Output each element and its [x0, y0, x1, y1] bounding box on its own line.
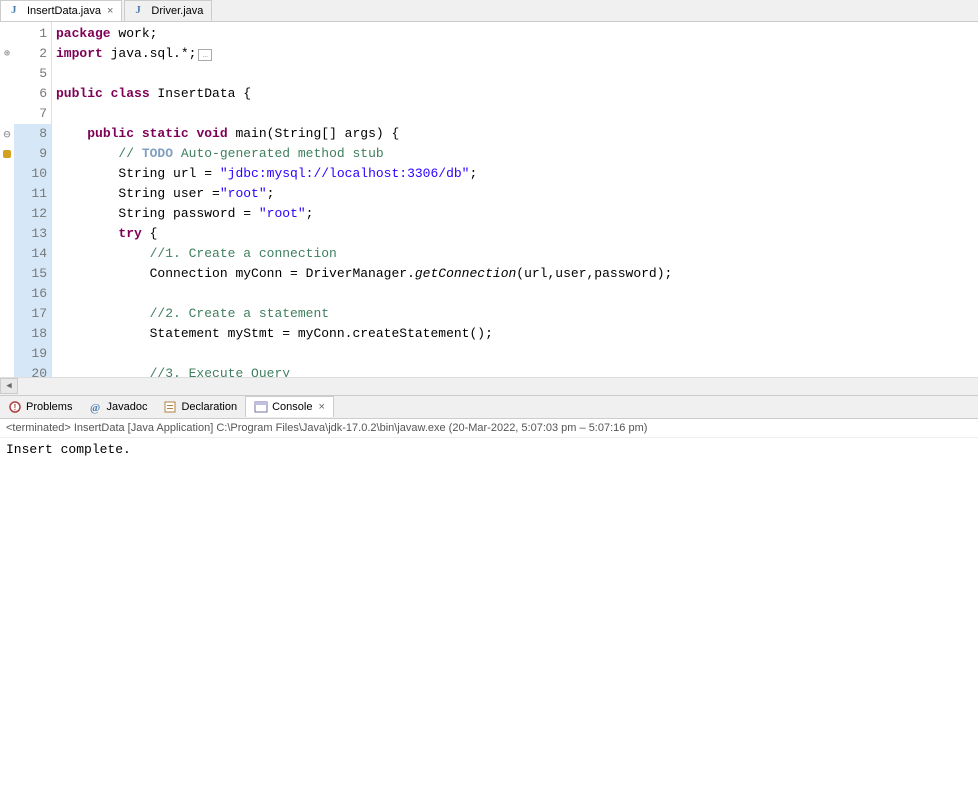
tab-label: Problems [26, 401, 72, 413]
gutter-marker [0, 244, 14, 264]
line-number: 19 [11, 344, 51, 364]
code-line[interactable]: public class InsertData { [52, 84, 978, 104]
gutter-marker [0, 344, 14, 364]
java-file-icon [133, 4, 147, 18]
tab-problems[interactable]: ! Problems [0, 397, 80, 417]
line-number: 10 [11, 164, 51, 184]
line-number: 8 [11, 124, 51, 144]
svg-text:!: ! [14, 403, 17, 412]
code-editor[interactable]: package work;import java.sql.*;… public c… [52, 22, 978, 377]
tab-declaration[interactable]: Declaration [155, 397, 245, 417]
code-line[interactable]: //1. Create a connection [52, 244, 978, 264]
code-line[interactable]: String user ="root"; [52, 184, 978, 204]
tab-label: Driver.java [151, 5, 203, 17]
gutter-marker [0, 264, 14, 284]
gutter-marker [0, 164, 14, 184]
code-line[interactable]: package work; [52, 24, 978, 44]
tab-label: Declaration [181, 401, 237, 413]
close-icon[interactable]: × [318, 401, 324, 413]
console-output[interactable]: Insert complete. [0, 438, 978, 800]
folded-code-icon[interactable]: … [198, 49, 211, 61]
code-line[interactable]: String password = "root"; [52, 204, 978, 224]
line-number: 9 [11, 144, 51, 164]
collapse-icon[interactable]: ⊖ [3, 127, 10, 142]
line-number: 16 [11, 284, 51, 304]
gutter-marker [0, 284, 14, 304]
scroll-left-button[interactable]: ◀ [0, 378, 18, 394]
bottom-view-tabs: ! Problems @ Javadoc Declaration Console… [0, 395, 978, 419]
javadoc-icon: @ [88, 400, 102, 414]
console-status-line: <terminated> InsertData [Java Applicatio… [0, 419, 978, 438]
warning-icon [3, 150, 11, 158]
gutter-marker [0, 324, 14, 344]
gutter-marker [0, 304, 14, 324]
problems-icon: ! [8, 400, 22, 414]
marker-column: ⊕⊖ [0, 22, 14, 377]
code-line[interactable] [52, 104, 978, 124]
gutter-marker [0, 84, 14, 104]
line-number-gutter: 1256789101112131415161718192021222324252… [14, 22, 52, 377]
horizontal-scrollbar[interactable]: ◀ [0, 377, 978, 395]
gutter-marker [0, 24, 14, 44]
gutter-marker [0, 64, 14, 84]
line-number: 7 [14, 104, 51, 124]
gutter-marker: ⊕ [0, 44, 14, 64]
tab-label: Console [272, 401, 312, 413]
expand-icon[interactable]: ⊕ [4, 48, 10, 60]
editor-area: ⊕⊖ 1256789101112131415161718192021222324… [0, 22, 978, 377]
tab-label: InsertData.java [27, 5, 101, 17]
gutter-marker [0, 224, 14, 244]
line-number: 14 [11, 244, 51, 264]
gutter-marker [0, 364, 14, 377]
editor-tab-bar: InsertData.java × Driver.java [0, 0, 978, 22]
gutter-marker [0, 104, 14, 124]
declaration-icon [163, 400, 177, 414]
code-line[interactable] [52, 64, 978, 84]
line-number: 20 [11, 364, 51, 377]
code-line[interactable]: //2. Create a statement [52, 304, 978, 324]
svg-text:@: @ [90, 402, 100, 414]
code-line[interactable]: // TODO Auto-generated method stub [52, 144, 978, 164]
code-line[interactable]: String url = "jdbc:mysql://localhost:330… [52, 164, 978, 184]
gutter-marker [0, 184, 14, 204]
line-number: 6 [14, 84, 51, 104]
tab-javadoc[interactable]: @ Javadoc [80, 397, 155, 417]
code-line[interactable]: Statement myStmt = myConn.createStatemen… [52, 324, 978, 344]
line-number: 18 [11, 324, 51, 344]
line-number: 13 [11, 224, 51, 244]
console-icon [254, 400, 268, 414]
tab-driver[interactable]: Driver.java [124, 0, 212, 21]
gutter-marker: ⊖ [0, 124, 14, 144]
tab-insertdata[interactable]: InsertData.java × [0, 0, 122, 21]
line-number: 17 [11, 304, 51, 324]
code-line[interactable] [52, 284, 978, 304]
gutter-marker [0, 144, 14, 164]
gutter-marker [0, 204, 14, 224]
java-file-icon [9, 4, 23, 18]
code-line[interactable]: public static void main(String[] args) { [52, 124, 978, 144]
code-line[interactable]: Connection myConn = DriverManager.getCon… [52, 264, 978, 284]
line-number: 2 [14, 44, 51, 64]
code-line[interactable]: import java.sql.*;… [52, 44, 978, 64]
tab-console[interactable]: Console × [245, 396, 334, 417]
line-number: 5 [14, 64, 51, 84]
line-number: 15 [11, 264, 51, 284]
code-line[interactable] [52, 344, 978, 364]
line-number: 11 [11, 184, 51, 204]
tab-label: Javadoc [106, 401, 147, 413]
line-number: 1 [14, 24, 51, 44]
code-line[interactable]: try { [52, 224, 978, 244]
code-line[interactable]: //3. Execute Query [52, 364, 978, 377]
line-number: 12 [11, 204, 51, 224]
close-icon[interactable]: × [107, 5, 113, 17]
